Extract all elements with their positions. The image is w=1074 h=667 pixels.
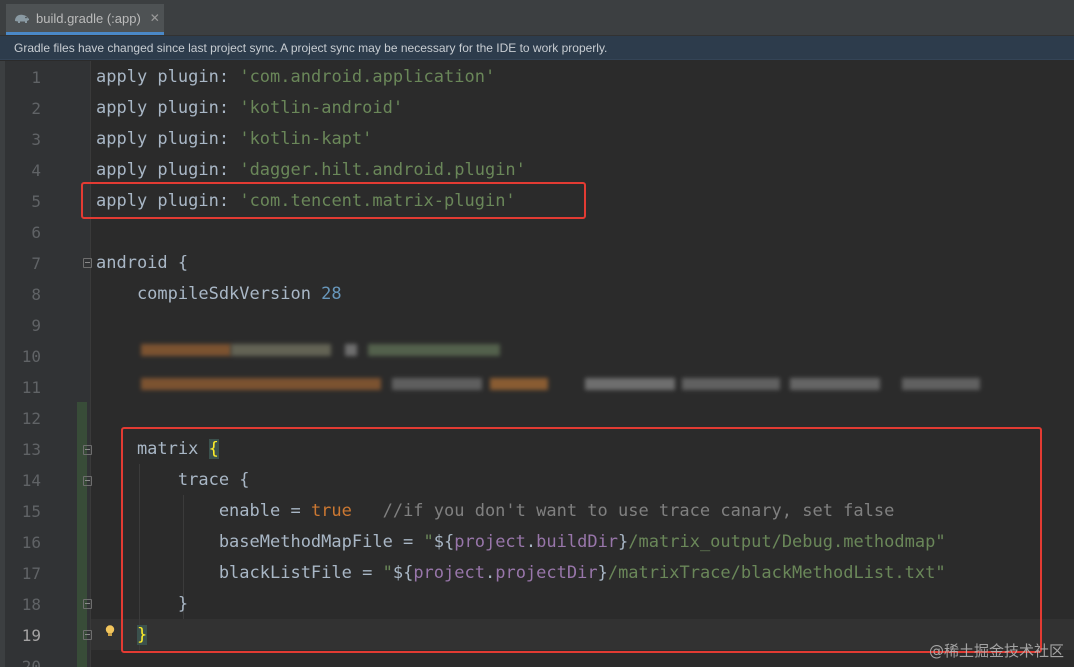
tab-build-gradle-app[interactable]: build.gradle (:app) ✕ [6,4,164,35]
watermark: @稀土掘金技术社区 [928,642,1064,660]
code-token: plugin [157,160,219,180]
fold-collapse-icon[interactable] [83,445,92,455]
line-number: 11 [21,378,41,397]
code-text: android { [96,248,188,279]
line-number: 16 [21,533,41,552]
code-line[interactable]: 9 [0,310,1074,341]
line-number: 13 [21,440,41,459]
code-token: apply [96,67,158,87]
code-line[interactable]: 2 apply plugin: 'kotlin-android' [0,93,1074,124]
notification-text: Gradle files have changed since last pro… [14,40,608,55]
line-number: 7 [31,254,41,273]
line-number: 19 [21,626,41,645]
tab-label: build.gradle (:app) [36,10,141,26]
line-number: 14 [21,471,41,490]
fold-collapse-icon[interactable] [83,258,92,268]
code-token: 'kotlin-android' [239,98,404,118]
editor-tab-bar: build.gradle (:app) ✕ [0,0,1074,36]
code-token: { [177,253,189,273]
code-token: android [96,253,178,273]
line-number: 17 [21,564,41,583]
code-text: compileSdkVersion 28 [96,279,342,310]
ide-window: build.gradle (:app) ✕ Gradle files have … [0,0,1074,667]
code-token: compileSdkVersion [96,284,322,304]
line-number: 12 [21,409,41,428]
code-token: apply [96,160,158,180]
code-editor[interactable]: 1 apply plugin: 'com.android.application'… [0,61,1074,667]
highlight-box-matrix-plugin [81,182,586,219]
line-number: 5 [31,192,41,211]
code-token: : [218,98,240,118]
code-line[interactable]: 7 android { [0,248,1074,279]
code-token: plugin [157,98,219,118]
line-number: 4 [31,161,41,180]
code-text: apply plugin: 'com.android.application' [96,62,495,93]
code-token: 'dagger.hilt.android.plugin' [239,160,526,180]
line-number: 9 [31,316,41,335]
close-icon[interactable]: ✕ [150,11,160,25]
gradle-elephant-icon [15,14,29,23]
lightbulb-icon[interactable] [103,624,117,638]
line-number: 10 [21,347,41,366]
code-token: apply [96,98,158,118]
line-number: 18 [21,595,41,614]
line-number: 6 [31,223,41,242]
line-number: 20 [21,657,41,667]
code-token: apply [96,129,158,149]
line-number: 8 [31,285,41,304]
code-token: : [218,129,240,149]
code-line[interactable]: 8 compileSdkVersion 28 [0,279,1074,310]
line-number: 1 [31,68,41,87]
fold-expand-end-icon[interactable] [83,599,92,609]
code-token: plugin [157,129,219,149]
code-token: : [218,160,240,180]
code-token: 'kotlin-kapt' [239,129,373,149]
line-number: 2 [31,99,41,118]
line-number: 15 [21,502,41,521]
code-line[interactable]: 3 apply plugin: 'kotlin-kapt' [0,124,1074,155]
highlight-box-matrix-config [121,427,1042,653]
code-line[interactable]: 20 [0,651,1074,667]
fold-expand-end-icon[interactable] [83,630,92,640]
fold-collapse-icon[interactable] [83,476,92,486]
code-line[interactable]: 1 apply plugin: 'com.android.application' [0,62,1074,93]
code-token: plugin [157,67,219,87]
line-number: 3 [31,130,41,149]
code-token: : [218,67,240,87]
gradle-sync-notification: Gradle files have changed since last pro… [0,36,1074,60]
code-text: apply plugin: 'kotlin-kapt' [96,124,372,155]
code-token: 28 [321,284,342,304]
code-line[interactable]: 6 [0,217,1074,248]
code-token: 'com.android.application' [239,67,496,87]
code-text: apply plugin: 'kotlin-android' [96,93,403,124]
